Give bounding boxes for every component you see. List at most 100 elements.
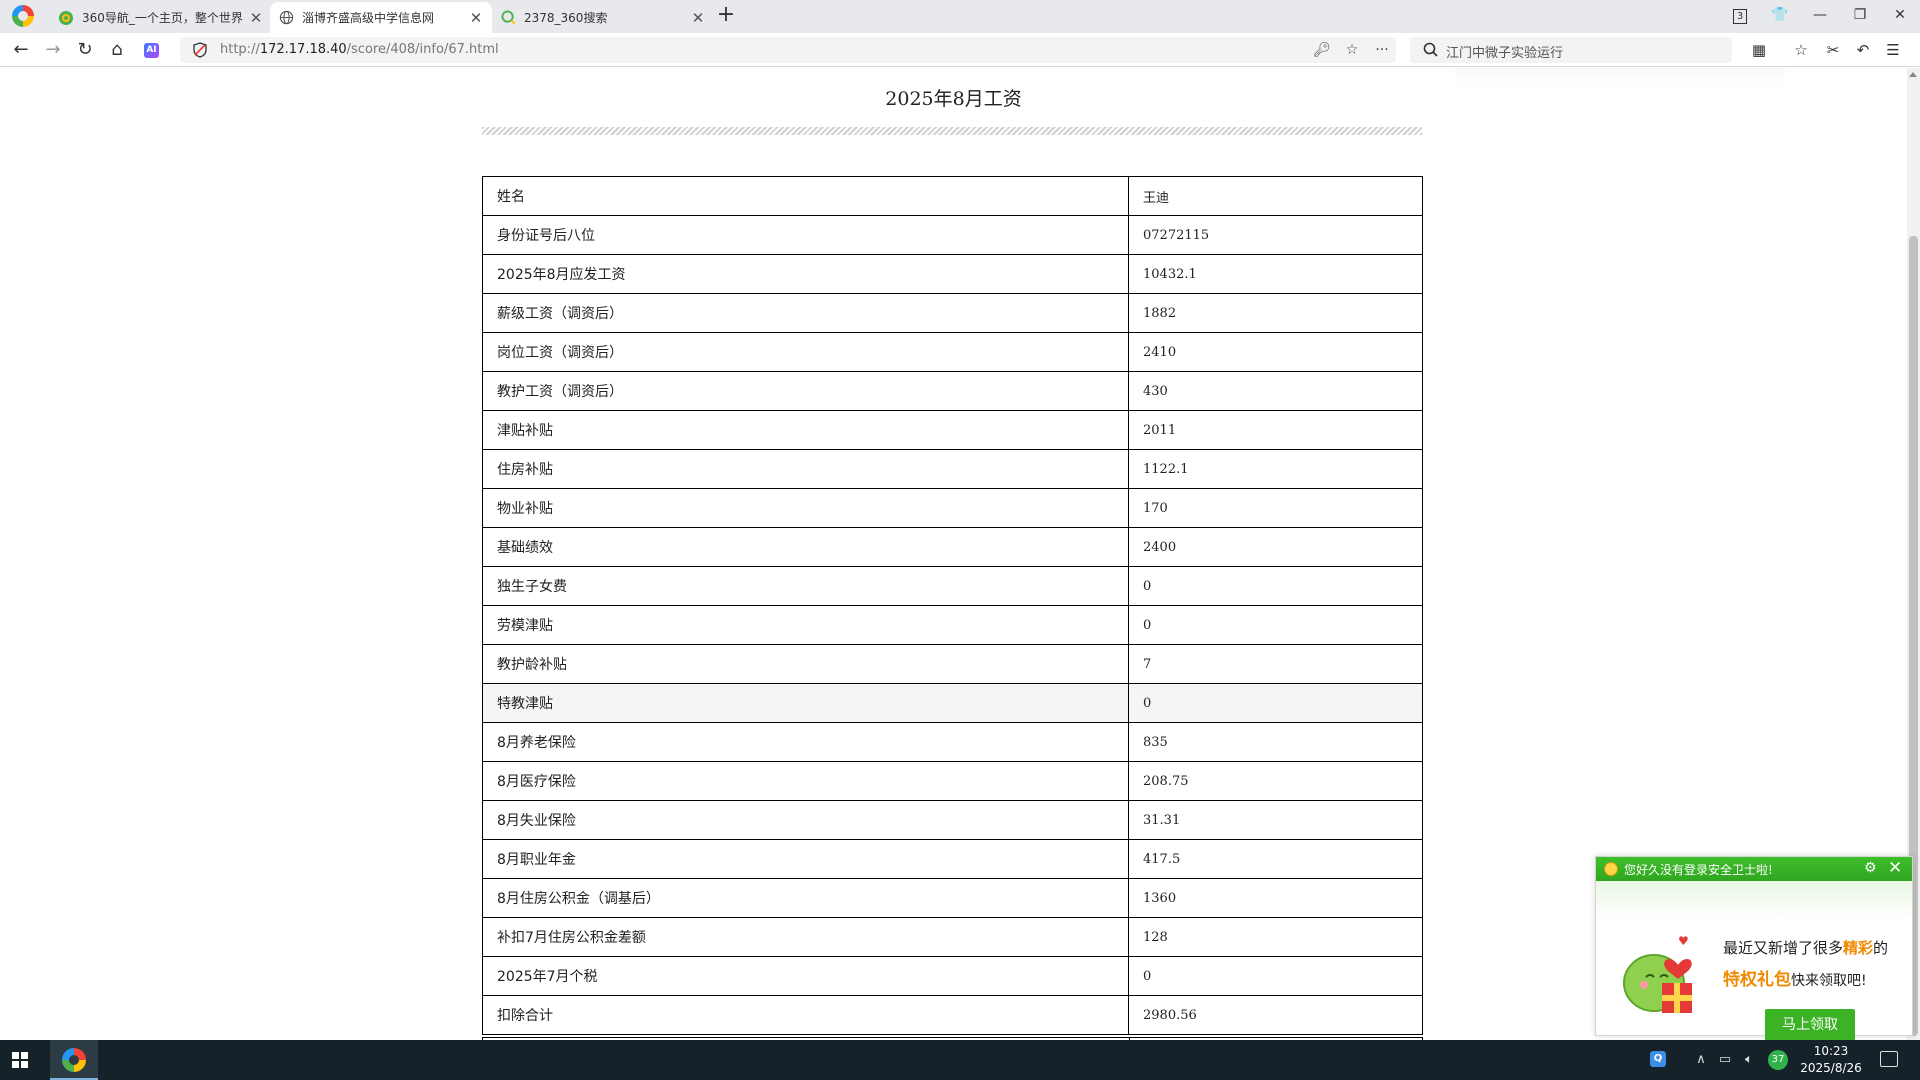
field-label: 8月养老保险 (482, 722, 1129, 762)
scroll-up-arrow-icon[interactable] (1909, 72, 1917, 77)
table-row: 8月住房公积金（调基后） 1360 (482, 878, 1423, 918)
favorites-list-icon[interactable]: ☆ (1789, 38, 1813, 62)
tab-count-button[interactable]: 3 (1722, 0, 1758, 30)
windows-start-icon[interactable] (12, 1052, 28, 1068)
table-row: 物业补贴 170 (482, 488, 1423, 528)
close-tab-icon[interactable]: ✕ (248, 10, 264, 26)
volume-icon[interactable]: 🔈︎ (1740, 1051, 1758, 1069)
field-value: 2410 (1128, 332, 1423, 372)
tab-school-info[interactable]: 淄博齐盛高级中学信息网 ✕ (270, 2, 492, 33)
360-nav-icon (58, 10, 74, 26)
table-row: 住房补贴 1122.1 (482, 449, 1423, 489)
field-label: 8月医疗保险 (482, 761, 1129, 801)
search-box[interactable]: 江门中微子实验运行 (1410, 37, 1732, 63)
apps-grid-icon[interactable]: ▦ (1747, 38, 1771, 62)
popup-body: ♥ 最近又新增了很多精彩的 特权礼包快来领取吧! 马上领取 (1596, 881, 1912, 1041)
security-popup: 您好久没有登录安全卫士啦! ⚙ ✕ ♥ 最近又新增了很多精彩的 特权礼包快来领取… (1595, 856, 1913, 1041)
salary-table: 姓名 王迪 身份证号后八位 07272115 2025年8月应发工资 10432.1 薪级工… (482, 176, 1423, 1035)
table-row: 8月医疗保险 208.75 (482, 761, 1423, 801)
field-label: 8月住房公积金（调基后） (482, 878, 1129, 918)
close-tab-icon[interactable]: ✕ (690, 10, 706, 26)
search-icon (1423, 42, 1438, 57)
field-value: 170 (1128, 488, 1423, 528)
field-value: 1360 (1128, 878, 1423, 918)
home-button[interactable]: ⌂ (105, 38, 129, 62)
table-row: 特教津贴 0 (482, 683, 1423, 723)
url-text[interactable]: http://172.17.18.40/score/408/info/67.ht… (220, 42, 499, 57)
tab-count: 3 (1733, 9, 1747, 24)
table-row: 8月失业保险 31.31 (482, 800, 1423, 840)
tab-360-search[interactable]: 2378_360搜索 ✕ (492, 2, 714, 33)
taskbar-360-browser[interactable] (50, 1040, 98, 1080)
ai-icon[interactable]: AI (144, 43, 159, 58)
taskbar: Q ∧ ▭ 🔈︎ 37 10:23 2025/8/26 (0, 1040, 1920, 1080)
close-window-button[interactable]: ✕ (1882, 0, 1918, 30)
gear-icon[interactable]: ⚙ (1864, 860, 1877, 876)
message-text: 快来领取吧! (1791, 973, 1867, 989)
clock-date[interactable]: 2025/8/26 (1796, 1061, 1866, 1075)
table-row: 身份证号后八位 07272115 (482, 215, 1423, 255)
table-row: 姓名 王迪 (482, 176, 1423, 216)
browser-logo-icon[interactable] (12, 5, 34, 27)
page-title: 2025年8月工资 (885, 88, 1022, 110)
reload-button[interactable]: ↻ (73, 38, 97, 62)
360-browser-icon (62, 1048, 86, 1072)
restore-button[interactable]: ❐ (1842, 0, 1878, 30)
shirt-icon[interactable]: 👕 (1762, 0, 1798, 30)
field-value: 417.5 (1128, 839, 1423, 879)
field-value: 0 (1128, 605, 1423, 645)
popup-message-line1: 最近又新增了很多精彩的 (1723, 937, 1888, 958)
claim-button[interactable]: 马上领取 (1765, 1009, 1855, 1041)
more-icon[interactable]: ··· (1372, 40, 1392, 60)
notification-icon[interactable] (1880, 1051, 1898, 1067)
field-value: 0 (1128, 683, 1423, 723)
search-input[interactable]: 江门中微子实验运行 (1446, 42, 1563, 61)
tab-360-nav[interactable]: 360导航_一个主页，整个世界 ✕ (50, 2, 272, 33)
field-value: 430 (1128, 371, 1423, 411)
tab-label: 淄博齐盛高级中学信息网 (302, 11, 435, 25)
menu-icon[interactable]: ☰ (1881, 38, 1905, 62)
url-host: 172.17.18.40 (259, 42, 347, 57)
table-row: 8月职业年金 417.5 (482, 839, 1423, 879)
close-tab-icon[interactable]: ✕ (468, 10, 484, 26)
field-label: 身份证号后八位 (482, 215, 1129, 255)
field-value: 王迪 (1128, 176, 1423, 216)
field-label: 扣除合计 (482, 995, 1129, 1035)
mascot-illustration: ♥ (1623, 934, 1692, 1013)
star-icon[interactable]: ☆ (1342, 40, 1362, 60)
field-label: 8月职业年金 (482, 839, 1129, 879)
tab-strip: 360导航_一个主页，整个世界 ✕ 淄博齐盛高级中学信息网 ✕ 2378_360… (0, 0, 1920, 33)
360-guard-icon (1604, 862, 1618, 876)
popup-header: 您好久没有登录安全卫士啦! ⚙ ✕ (1596, 857, 1912, 881)
qq-icon[interactable]: Q (1650, 1051, 1666, 1067)
table-row: 岗位工资（调资后） 2410 (482, 332, 1423, 372)
security-shield-icon[interactable] (192, 42, 208, 58)
back-button[interactable]: ← (9, 38, 33, 62)
close-icon[interactable]: ✕ (1888, 858, 1902, 878)
chevron-up-icon[interactable]: ∧ (1692, 1051, 1710, 1069)
network-icon[interactable]: ▭ (1716, 1051, 1734, 1069)
field-value: 0 (1128, 566, 1423, 606)
field-label: 住房补贴 (482, 449, 1129, 489)
minimize-button[interactable]: — (1802, 0, 1838, 30)
field-label: 基础绩效 (482, 527, 1129, 567)
key-icon[interactable]: 🔑︎ (1312, 40, 1332, 60)
url-path: /score/408/info/67.html (346, 42, 499, 57)
forward-button[interactable]: → (41, 38, 65, 62)
field-label: 2025年8月应发工资 (482, 254, 1129, 294)
table-row: 8月养老保险 835 (482, 722, 1423, 762)
field-label: 劳模津贴 (482, 605, 1129, 645)
field-value: 10432.1 (1128, 254, 1423, 294)
undo-icon[interactable]: ↶ (1851, 38, 1875, 62)
globe-icon (278, 10, 294, 26)
address-bar[interactable]: http://172.17.18.40/score/408/info/67.ht… (180, 37, 1396, 63)
clock-time[interactable]: 10:23 (1796, 1044, 1866, 1058)
popup-message-line2: 特权礼包快来领取吧! (1723, 965, 1867, 990)
new-tab-button[interactable]: + (714, 4, 738, 28)
field-label: 独生子女费 (482, 566, 1129, 606)
security-tray-badge[interactable]: 37 (1768, 1050, 1788, 1070)
table-row: 教护龄补贴 7 (482, 644, 1423, 684)
field-value: 1122.1 (1128, 449, 1423, 489)
tab-label: 360导航_一个主页，整个世界 (82, 11, 243, 25)
scissors-icon[interactable]: ✂ (1821, 38, 1845, 62)
